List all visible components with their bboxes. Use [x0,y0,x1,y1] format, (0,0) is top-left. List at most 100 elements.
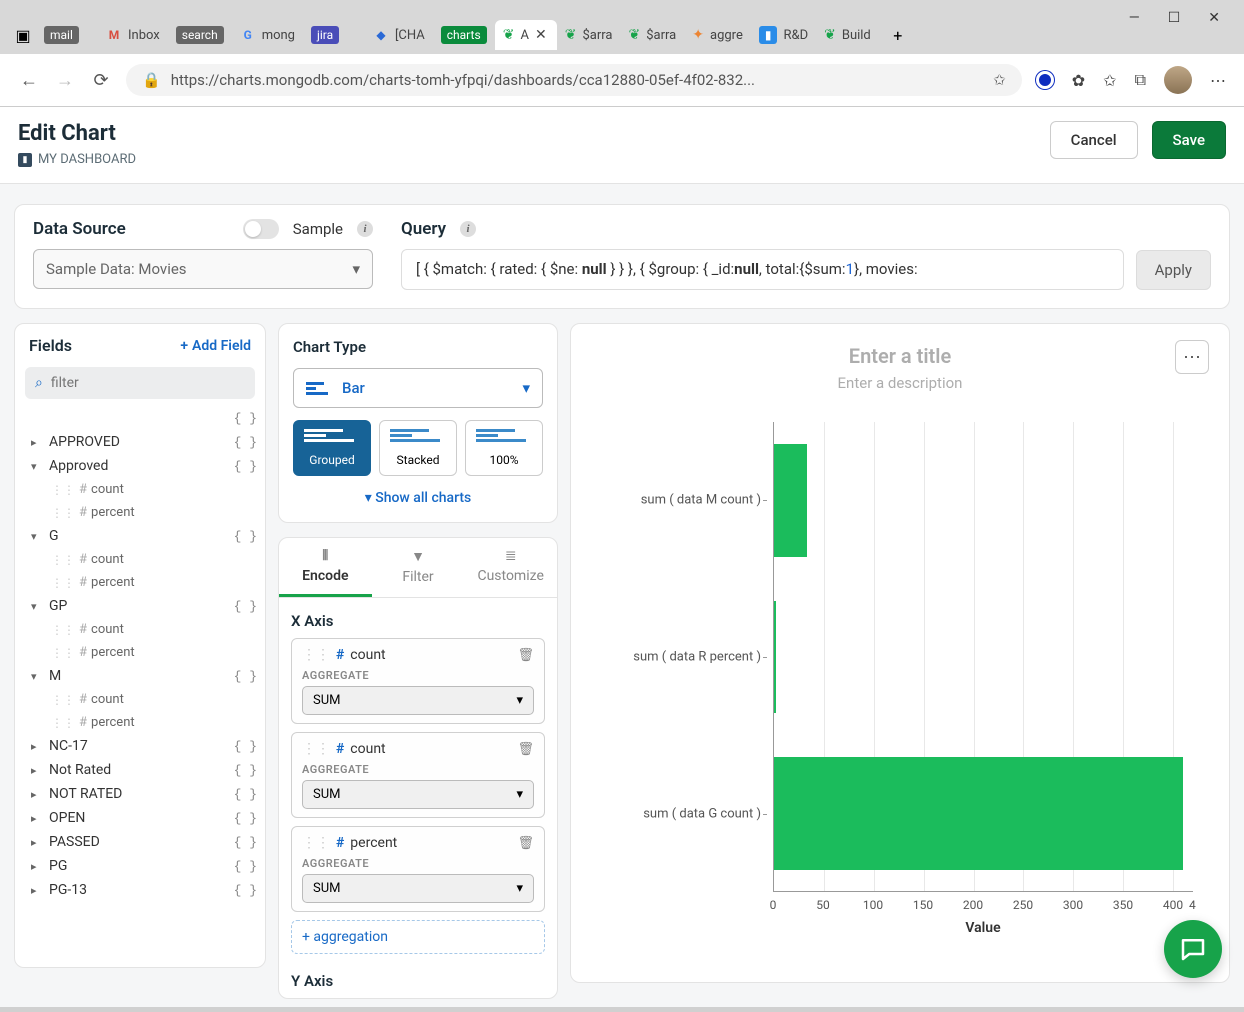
tab-filter[interactable]: ▼Filter [372,538,465,597]
add-field-button[interactable]: + Add Field [180,338,251,354]
breadcrumb[interactable]: ▮ MY DASHBOARD [18,152,136,167]
field-parent[interactable]: M{ } [25,664,263,688]
window-close-icon[interactable]: ✕ [1208,10,1220,16]
chart-description-input[interactable]: Enter a description [597,374,1203,392]
trash-icon[interactable]: 🗑 [517,648,534,663]
chart-menu-button[interactable]: ⋯ [1175,340,1209,374]
y-tick-label: sum ( data R percent ) [633,650,761,665]
apply-button[interactable]: Apply [1136,250,1211,290]
window-max-icon[interactable]: ☐ [1168,10,1181,16]
encoding-pill[interactable]: ⋮⋮#count🗑AGGREGATESUM▾ [291,638,545,724]
browser-tab[interactable]: MInbox [98,20,168,50]
number-icon: # [79,575,87,590]
x-tick-label: 400 [1163,898,1183,912]
browser-tab[interactable]: ◆[CHA [365,20,433,50]
field-filter-input[interactable] [51,375,245,391]
field-child[interactable]: ⋮⋮#count [25,548,263,571]
browser-tab[interactable]: jira [303,20,365,50]
field-child[interactable]: ⋮⋮#percent [25,571,263,594]
field-parent[interactable]: Not Rated{ } [25,758,263,782]
tab-encode[interactable]: ⫴Encode [279,538,372,597]
field-child[interactable]: ⋮⋮#count [25,478,263,501]
subtype-grouped[interactable]: Grouped [293,420,371,476]
url-field[interactable]: 🔒 https://charts.mongodb.com/charts-tomh… [126,64,1022,96]
datasource-select[interactable]: Sample Data: Movies ▾ [33,249,373,289]
browser-tab[interactable]: ❦$arra [557,20,621,50]
forward-button[interactable]: → [54,70,76,91]
field-filter[interactable]: ⌕ [25,367,255,399]
info-icon[interactable]: i [460,221,476,237]
field-parent[interactable]: G{ } [25,524,263,548]
query-input[interactable]: [ { $match: { rated: { $ne: null } } }, … [401,249,1124,290]
add-aggregation[interactable]: + aggregation [291,920,545,954]
subtype-100%[interactable]: 100% [465,420,543,476]
browser-tab[interactable]: mail [36,20,98,50]
page-title: Edit Chart [18,121,136,146]
more-icon[interactable]: ⋯ [1210,71,1226,90]
back-button[interactable]: ← [18,70,40,91]
trash-icon[interactable]: 🗑 [517,836,534,851]
fields-tree[interactable]: { }APPROVED{ }Approved{ }⋮⋮#count⋮⋮#perc… [15,407,265,967]
sidebar-toggle-icon[interactable]: ▣ [10,22,36,48]
aggregate-select[interactable]: SUM▾ [302,874,534,903]
encode-body[interactable]: X Axis ⋮⋮#count🗑AGGREGATESUM▾⋮⋮#count🗑AG… [279,598,557,998]
field-parent[interactable]: PG{ } [25,854,263,878]
field-parent[interactable]: Approved{ } [25,454,263,478]
field-child[interactable]: ⋮⋮#percent [25,711,263,734]
accent-dot-icon[interactable] [1036,71,1054,89]
chart-title-input[interactable]: Enter a title [597,344,1203,368]
show-all-charts[interactable]: ▾ Show all charts [293,476,543,508]
field-parent[interactable]: APPROVED{ } [25,430,263,454]
tab-customize[interactable]: ≣Customize [464,538,557,597]
save-button[interactable]: Save [1152,121,1226,159]
collections-icon[interactable]: ⧉ [1135,70,1146,90]
field-parent[interactable]: PG-13{ } [25,878,263,902]
field-child[interactable]: ⋮⋮#percent [25,641,263,664]
aggregate-select[interactable]: SUM▾ [302,686,534,715]
window-min-icon[interactable]: — [1129,10,1140,16]
sample-toggle[interactable] [243,219,279,239]
chart-type-select[interactable]: Bar ▾ [293,368,543,408]
avatar[interactable] [1164,66,1192,94]
dashboard-icon: ▮ [18,153,32,167]
browser-tab[interactable]: charts [433,20,495,50]
field-parent[interactable]: NC-17{ } [25,734,263,758]
field-parent[interactable]: NOT RATED{ } [25,782,263,806]
cancel-button[interactable]: Cancel [1050,121,1138,159]
field-parent[interactable]: OPEN{ } [25,806,263,830]
fields-title: Fields [29,336,72,355]
caret-icon [31,460,45,473]
number-icon: # [79,505,87,520]
caret-icon [31,788,45,801]
trash-icon[interactable]: 🗑 [517,742,534,757]
caret-icon [31,836,45,849]
encoding-pill[interactable]: ⋮⋮#percent🗑AGGREGATESUM▾ [291,826,545,912]
browser-tab[interactable]: Gmong [232,20,303,50]
extensions-icon[interactable]: ✿ [1072,71,1085,90]
field-child[interactable]: ⋮⋮#count [25,618,263,641]
browser-tab[interactable]: ❦$arra [621,20,685,50]
field-parent[interactable]: GP{ } [25,594,263,618]
browser-tab[interactable]: ❦Build [816,20,879,50]
new-tab-button[interactable]: + [885,22,911,48]
favorite-icon[interactable]: ✩ [993,71,1006,89]
aggregate-select[interactable]: SUM▾ [302,780,534,809]
field-parent[interactable]: PASSED{ } [25,830,263,854]
info-icon[interactable]: i [357,221,373,237]
browser-tab[interactable]: ✦aggre [684,20,751,50]
favorites-icon[interactable]: ✩ [1103,71,1116,90]
chat-fab[interactable] [1164,920,1222,978]
browser-tab[interactable]: ❦A✕ [495,20,557,50]
reload-button[interactable]: ⟳ [90,70,112,91]
number-icon: # [79,552,87,567]
query-block: Query i [ { $match: { rated: { $ne: null… [401,219,1211,290]
encoding-pill[interactable]: ⋮⋮#count🗑AGGREGATESUM▾ [291,732,545,818]
field-child[interactable]: ⋮⋮#percent [25,501,263,524]
browser-tab[interactable]: search [168,20,232,50]
number-icon: # [79,715,87,730]
address-bar: ← → ⟳ 🔒 https://charts.mongodb.com/chart… [0,54,1244,107]
subtype-stacked[interactable]: Stacked [379,420,457,476]
datasource-block: Data Source Sample i Sample Data: Movies… [33,219,373,289]
browser-tab[interactable]: ▮R&D [751,20,816,50]
field-child[interactable]: ⋮⋮#count [25,688,263,711]
